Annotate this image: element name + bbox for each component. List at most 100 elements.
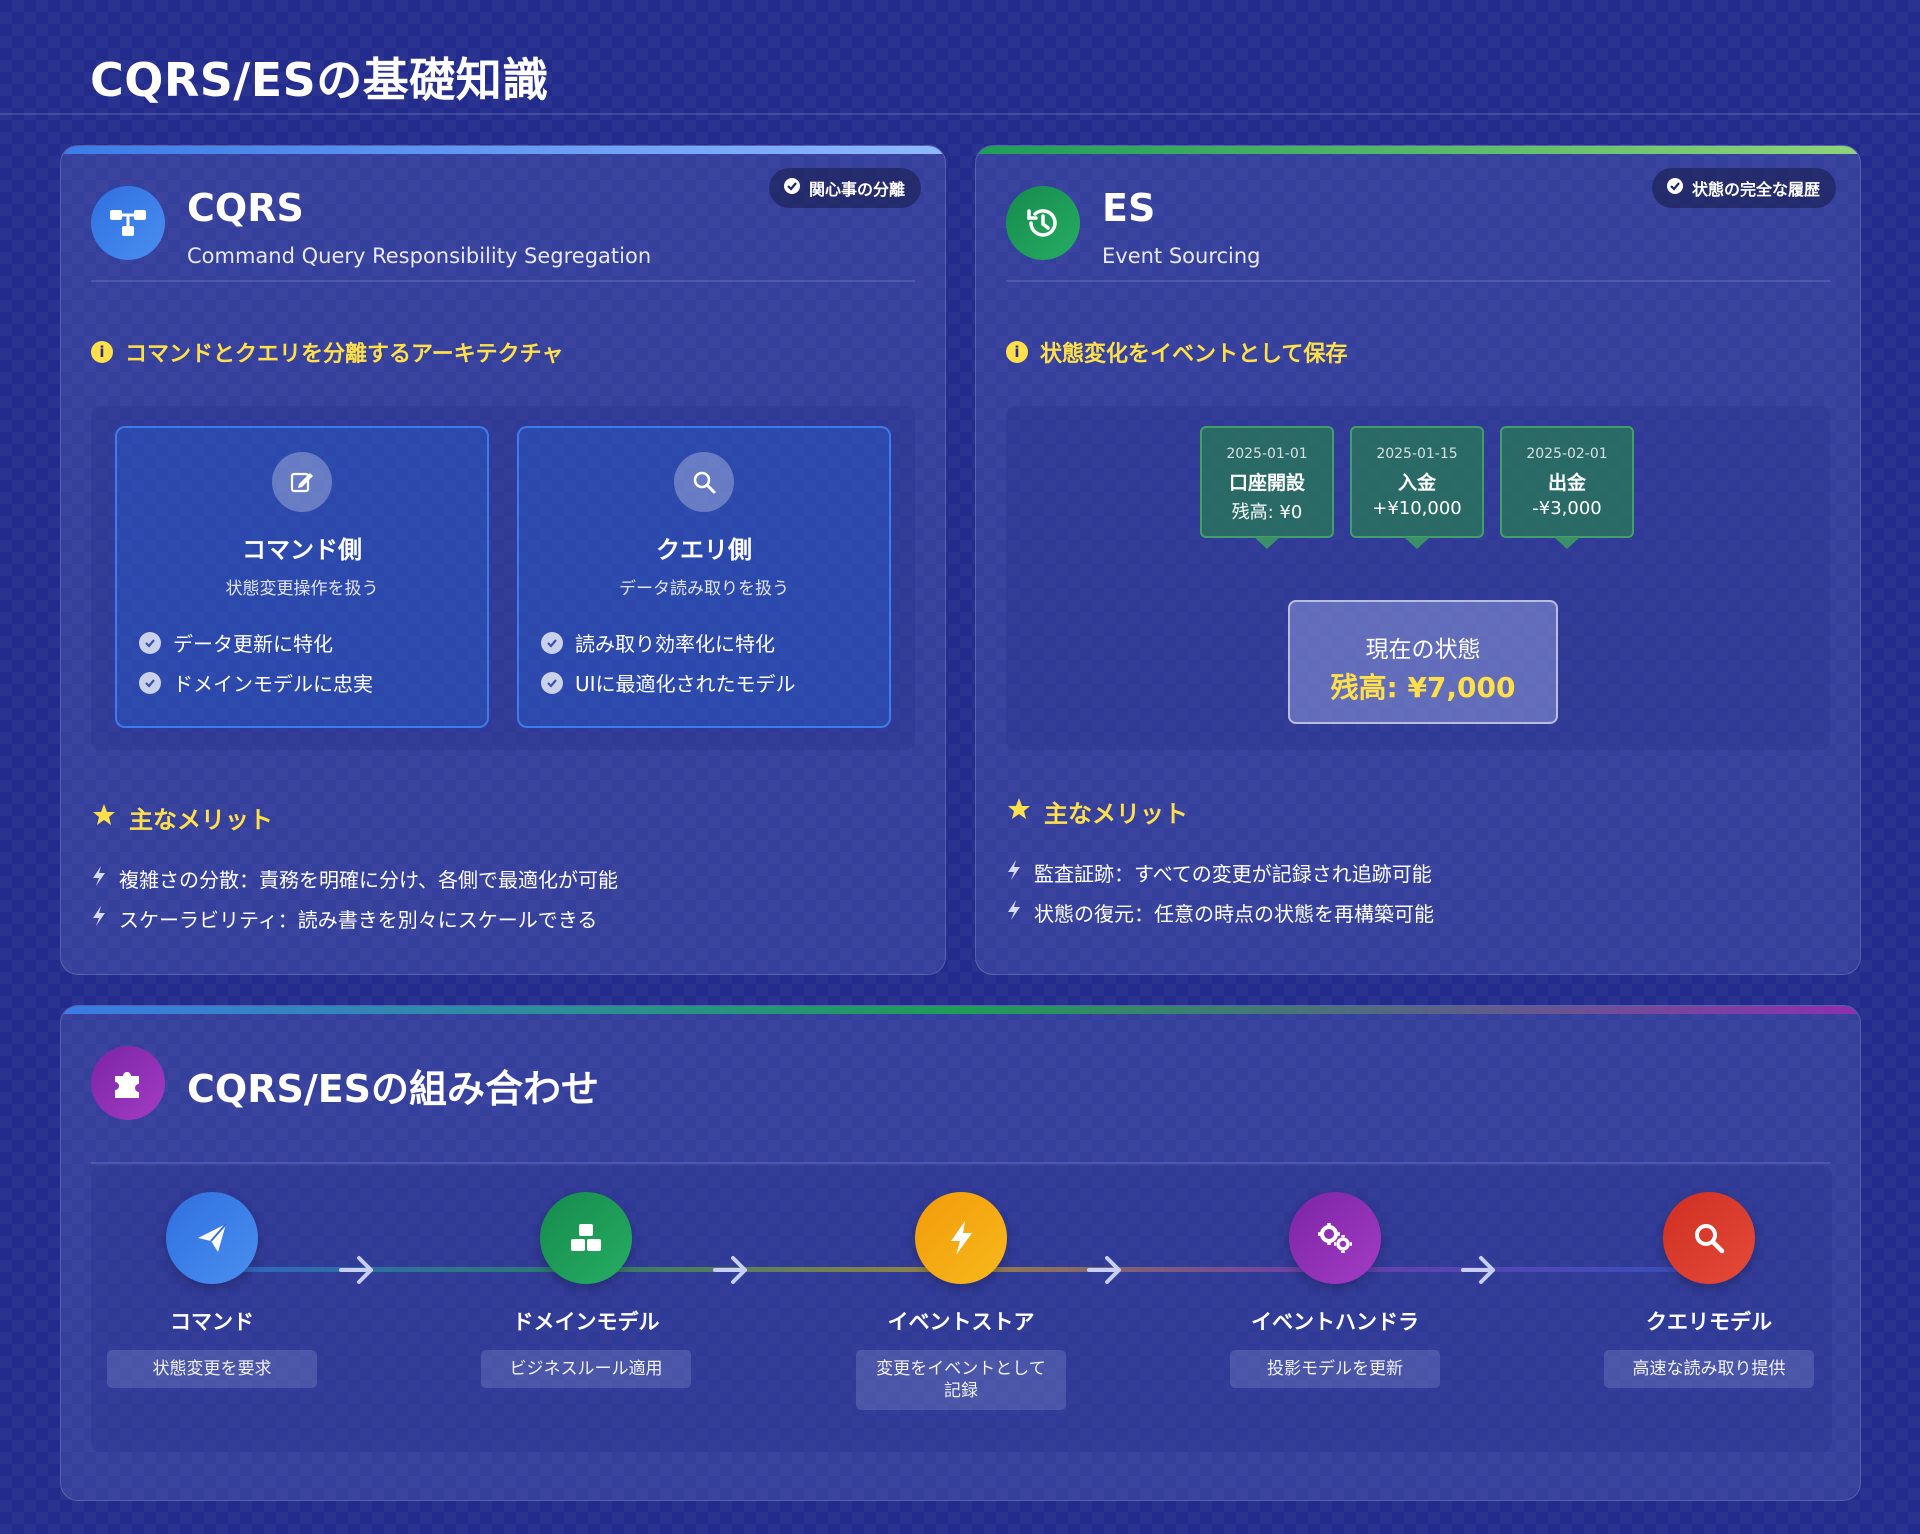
flow-step-name: クエリモデル: [1646, 1310, 1772, 1334]
star-icon: [91, 802, 117, 834]
bolt-icon: [91, 905, 107, 932]
flow-step-event-handler: イベントハンドラ 投影モデルを更新: [1230, 1192, 1440, 1388]
info-icon: i: [91, 341, 113, 363]
current-state-value: 残高: ¥7,000: [1330, 671, 1516, 704]
flow-step-name: イベントハンドラ: [1251, 1310, 1419, 1334]
flow-step-desc: 変更をイベントとして記録: [856, 1350, 1066, 1410]
cqrs-merit: 複雑さの分散：責務を明確に分け、各側で最適化が可能: [91, 864, 618, 893]
flow-step-name: コマンド: [170, 1310, 254, 1334]
es-timeline-panel: 2025-01-01 口座開設 残高: ¥0 2025-01-15 入金 +¥1…: [1006, 406, 1830, 750]
check-circle-icon: [139, 671, 161, 694]
current-state-box: 現在の状態 残高: ¥7,000: [1288, 600, 1558, 724]
check-circle-icon: [1666, 177, 1684, 199]
flow-step-desc: 高速な読み取り提供: [1604, 1350, 1814, 1388]
event-pointer: [1254, 537, 1280, 549]
bolt-icon: [91, 865, 107, 892]
es-merits-title: 主なメリット: [1006, 794, 1188, 829]
cubes-icon: [540, 1192, 632, 1284]
cqrs-badge: 関心事の分離: [768, 168, 921, 208]
check-circle-icon: [783, 177, 801, 199]
event-amount: -¥3,000: [1532, 498, 1602, 519]
bolt-icon: [1006, 899, 1022, 926]
es-info: i 状態変化をイベントとして保存: [1006, 336, 1347, 368]
cqrs-merits-title-text: 主なメリット: [129, 806, 273, 834]
command-side-title: コマンド側: [242, 536, 362, 564]
check-circle-icon: [541, 671, 563, 694]
flow-step-name: ドメインモデル: [512, 1310, 660, 1334]
page-title: CQRS/ESの基礎知識: [90, 53, 549, 107]
star-icon: [1006, 796, 1032, 828]
flow-step-domain-model: ドメインモデル ビジネスルール適用: [481, 1192, 691, 1388]
current-state-label: 現在の状態: [1365, 637, 1481, 663]
flow-step-name: イベントストア: [887, 1310, 1035, 1334]
es-merit-text: 状態の復元：任意の時点の状態を再構築可能: [1034, 902, 1434, 926]
cqrs-card: CQRS Command Query Responsibility Segreg…: [60, 145, 946, 975]
cqrs-badge-label: 関心事の分離: [808, 180, 905, 199]
command-side-box: コマンド側 状態変更操作を扱う データ更新に特化 ドメインモデルに忠実: [115, 426, 489, 728]
es-card-accent: [976, 146, 1860, 154]
edit-icon: [272, 452, 332, 512]
combo-header: CQRS/ESの組み合わせ: [91, 1046, 1830, 1164]
cqrs-sides-panel: コマンド側 状態変更操作を扱う データ更新に特化 ドメインモデルに忠実 クエリ側…: [91, 406, 915, 750]
event-amount: 残高: ¥0: [1231, 502, 1303, 523]
event-amount: +¥10,000: [1372, 498, 1462, 519]
command-point-text: ドメインモデルに忠実: [173, 672, 373, 696]
title-divider: [0, 113, 1920, 115]
cqrs-merits-title: 主なメリット: [91, 800, 273, 835]
cqrs-merit-text: 複雑さの分散：責務を明確に分け、各側で最適化が可能: [119, 868, 618, 892]
flow-step-query-model: クエリモデル 高速な読み取り提供: [1604, 1192, 1814, 1388]
query-point-text: UIに最適化されたモデル: [575, 672, 796, 696]
flow-step-desc: 状態変更を要求: [107, 1350, 317, 1388]
event-name: 出金: [1547, 472, 1586, 494]
info-icon: i: [1006, 341, 1028, 363]
es-badge-label: 状態の完全な履歴: [1691, 180, 1820, 199]
es-title: ES: [1102, 186, 1156, 230]
command-side-subtitle: 状態変更操作を扱う: [225, 579, 379, 599]
combo-card: CQRS/ESの組み合わせ コマンド 状態変更を要求 ドメインモデル ビジネスル…: [60, 1005, 1861, 1501]
history-icon: [1006, 186, 1080, 260]
event-name: 口座開設: [1228, 472, 1305, 494]
cqrs-info: i コマンドとクエリを分離するアーキテクチャ: [91, 336, 563, 368]
event-card: 2025-01-01 口座開設 残高: ¥0: [1200, 426, 1334, 549]
cqrs-title: CQRS: [187, 186, 304, 230]
cqrs-info-text: コマンドとクエリを分離するアーキテクチャ: [125, 342, 564, 367]
flow-step-command: コマンド 状態変更を要求: [107, 1192, 317, 1388]
es-merit: 状態の復元：任意の時点の状態を再構築可能: [1006, 898, 1434, 927]
command-point: データ更新に特化: [139, 628, 333, 657]
flow-step-event-store: イベントストア 変更をイベントとして記録: [856, 1192, 1066, 1410]
query-side-subtitle: データ読み取りを扱う: [619, 579, 789, 599]
arrow-right-icon: [713, 1256, 747, 1284]
check-circle-icon: [139, 631, 161, 654]
event-pointer: [1554, 537, 1580, 549]
flow-step-desc: 投影モデルを更新: [1230, 1350, 1440, 1388]
es-card: ES Event Sourcing 状態の完全な履歴 i 状態変化をイベントとし…: [975, 145, 1861, 975]
event-date: 2025-01-01: [1226, 446, 1308, 462]
event-date: 2025-01-15: [1376, 446, 1458, 462]
combo-card-accent: [61, 1006, 1860, 1014]
sitemap-icon: [91, 186, 165, 260]
es-merit: 監査証跡：すべての変更が記録され追跡可能: [1006, 858, 1432, 887]
puzzle-icon: [91, 1046, 165, 1120]
arrow-right-icon: [339, 1256, 373, 1284]
query-point: UIに最適化されたモデル: [541, 668, 796, 697]
combo-flow-panel: コマンド 状態変更を要求 ドメインモデル ビジネスルール適用 イベントストア 変…: [91, 1166, 1832, 1452]
event-name: 入金: [1397, 472, 1436, 494]
event-pointer: [1404, 537, 1430, 549]
query-side-box: クエリ側 データ読み取りを扱う 読み取り効率化に特化 UIに最適化されたモデル: [517, 426, 891, 728]
arrow-right-icon: [1461, 1256, 1495, 1284]
search-icon: [674, 452, 734, 512]
combo-title: CQRS/ESの組み合わせ: [187, 1067, 600, 1111]
cqrs-subtitle: Command Query Responsibility Segregation: [187, 244, 652, 268]
es-info-text: 状態変化をイベントとして保存: [1040, 342, 1348, 367]
cogs-icon: [1289, 1192, 1381, 1284]
es-subtitle: Event Sourcing: [1102, 244, 1261, 268]
flow-step-desc: ビジネスルール適用: [481, 1350, 691, 1388]
query-side-title: クエリ側: [656, 536, 752, 564]
es-merits-title-text: 主なメリット: [1044, 800, 1188, 828]
event-date: 2025-02-01: [1526, 446, 1608, 462]
arrow-right-icon: [1087, 1256, 1121, 1284]
query-point: 読み取り効率化に特化: [541, 628, 775, 657]
cqrs-merit: スケーラビリティ：読み書きを別々にスケールできる: [91, 904, 597, 933]
check-circle-icon: [541, 631, 563, 654]
command-point: ドメインモデルに忠実: [139, 668, 373, 697]
